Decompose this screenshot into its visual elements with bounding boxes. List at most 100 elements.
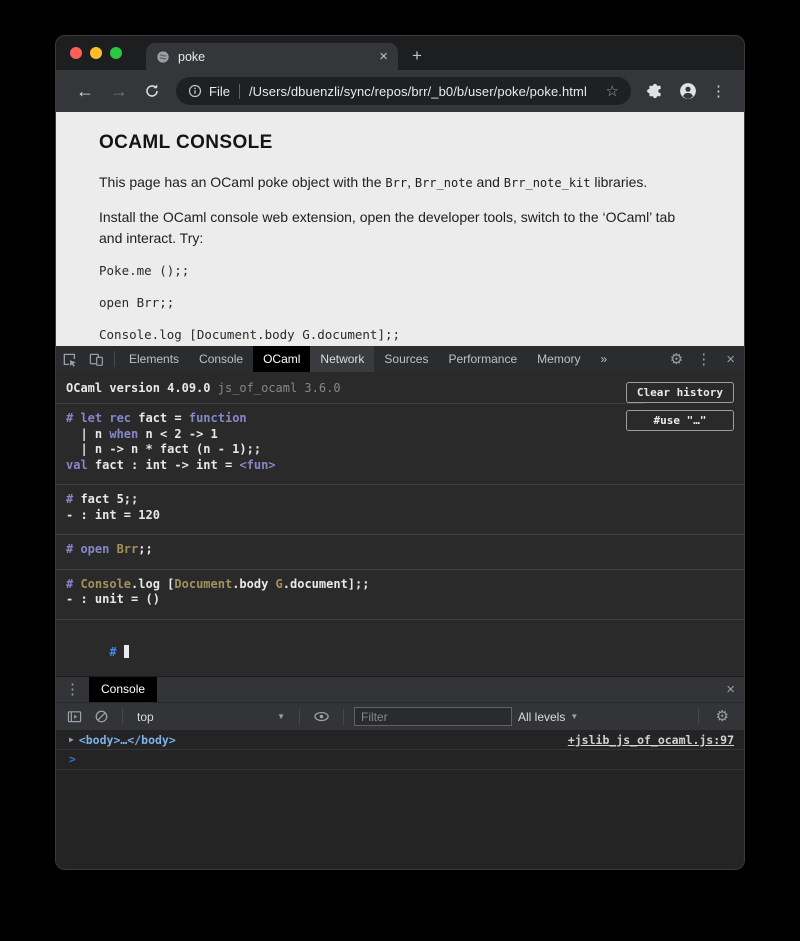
console-line: - : int = 120 <box>66 508 734 524</box>
ocaml-buttons: Clear history #use "…" <box>626 382 734 431</box>
text-token: function <box>189 411 247 425</box>
devtools-tabs: ElementsConsoleOCamlNetworkSourcesPerfor… <box>119 346 617 372</box>
text-token: .log [ <box>131 577 174 591</box>
text-token: # <box>66 492 80 506</box>
console-line: - : unit = () <box>66 592 734 608</box>
text-token: This page has an OCaml poke object with … <box>99 174 385 190</box>
intro-paragraph: This page has an OCaml poke object with … <box>99 172 701 193</box>
toolbar-divider <box>122 709 123 725</box>
console-output: ▶ <body>…</body> +jslib_js_of_ocaml.js:9… <box>56 730 744 869</box>
context-label: top <box>137 710 154 724</box>
browser-window: poke × + ← → File /Users/dbuenzli/sync/r… <box>55 35 745 870</box>
drawer-menu-kebab-icon[interactable]: ⋮ <box>56 682 89 697</box>
close-window-button[interactable] <box>70 47 82 59</box>
console-toolbar: top ▼ All levels ▼ ⚙ <box>56 702 744 730</box>
text-token: Document <box>174 577 232 591</box>
text-token: fact : int -> int = <box>88 458 240 472</box>
toolbar-divider <box>343 709 344 725</box>
devtools-tab-performance[interactable]: Performance <box>438 346 527 372</box>
traffic-lights <box>70 47 122 59</box>
devtools-close-icon[interactable]: × <box>717 352 744 367</box>
devtools-tab-ocaml[interactable]: OCaml <box>253 346 310 372</box>
ocaml-history: # let rec fact = function | n when n < 2… <box>56 404 744 620</box>
devtools-tab-network[interactable]: Network <box>310 346 374 372</box>
bookmark-star-icon[interactable]: ☆ <box>606 82 619 100</box>
console-line: | n -> n * fact (n - 1);; <box>66 442 734 458</box>
text-token: open <box>80 542 116 556</box>
instructions-paragraph: Install the OCaml console web extension,… <box>99 207 701 249</box>
devtools-tab-elements[interactable]: Elements <box>119 346 189 372</box>
source-location-link[interactable]: +jslib_js_of_ocaml.js:97 <box>568 733 734 747</box>
chevron-down-icon: ▼ <box>277 712 285 721</box>
text-token: Brr <box>385 176 407 190</box>
drawer-close-icon[interactable]: × <box>717 682 744 697</box>
tab-close-icon[interactable]: × <box>379 49 388 64</box>
new-tab-button[interactable]: + <box>398 43 436 70</box>
devtools-settings-gear-icon[interactable]: ⚙ <box>663 352 690 367</box>
device-toolbar-icon[interactable] <box>83 352 110 367</box>
forward-icon[interactable]: → <box>102 82 136 100</box>
code-sample-line: Poke.me ();; <box>99 263 701 278</box>
devtools-tab-memory[interactable]: Memory <box>527 346 590 372</box>
log-levels-dropdown[interactable]: All levels ▼ <box>518 710 578 724</box>
text-token: js_of_ocaml 3.6.0 <box>218 381 341 395</box>
devtools-menu-kebab-icon[interactable]: ⋮ <box>690 352 717 367</box>
text-token: = <box>167 411 189 425</box>
clear-console-icon[interactable] <box>91 709 112 724</box>
devtools-tab-console[interactable]: Console <box>189 346 253 372</box>
tab-strip: poke × + <box>56 36 744 70</box>
log-levels-label: All levels <box>518 710 565 724</box>
live-expression-eye-icon[interactable] <box>310 709 333 724</box>
console-entry: # Console.log [Document.body G.document]… <box>56 570 744 620</box>
console-log-row[interactable]: ▶ <body>…</body> +jslib_js_of_ocaml.js:9… <box>56 730 744 750</box>
console-line: # fact 5;; <box>66 492 734 508</box>
back-icon[interactable]: ← <box>68 82 102 100</box>
devtools-tab-sources[interactable]: Sources <box>374 346 438 372</box>
url-text[interactable]: /Users/dbuenzli/sync/repos/brr/_b0/b/use… <box>249 84 598 99</box>
text-token: and <box>473 174 504 190</box>
text-token: # <box>66 411 80 425</box>
reload-icon[interactable] <box>136 83 168 99</box>
inspect-element-icon[interactable] <box>56 352 83 367</box>
page-title: OCAML CONSOLE <box>99 132 701 154</box>
browser-tab[interactable]: poke × <box>146 43 398 70</box>
console-line: val fact : int -> int = <fun> <box>66 458 734 474</box>
text-token: Brr <box>117 542 139 556</box>
drawer-tab-console[interactable]: Console <box>89 677 157 702</box>
context-selector[interactable]: top ▼ <box>133 710 289 724</box>
address-bar[interactable]: File /Users/dbuenzli/sync/repos/brr/_b0/… <box>176 77 631 105</box>
text-token: let rec <box>80 411 138 425</box>
browser-menu-kebab-icon[interactable]: ⋮ <box>705 84 732 99</box>
code-sample-line: Console.log [Document.body G.document];; <box>99 327 701 342</box>
minimize-window-button[interactable] <box>90 47 102 59</box>
text-token: | n -> n * fact (n - 1);; <box>66 442 261 456</box>
text-token: libraries. <box>591 174 648 190</box>
extensions-puzzle-icon[interactable] <box>639 83 671 99</box>
text-token: | n <box>66 427 109 441</box>
maximize-window-button[interactable] <box>110 47 122 59</box>
logged-element[interactable]: <body>…</body> <box>79 733 176 747</box>
code-sample-line: open Brr;; <box>99 295 701 310</box>
text-token: Console <box>80 577 131 591</box>
devtools-tab-more-tabs[interactable]: » <box>591 346 618 372</box>
toolbar-divider <box>299 709 300 725</box>
ocaml-prompt-line[interactable]: # <box>56 620 744 677</box>
console-line: # Console.log [Document.body G.document]… <box>66 577 734 593</box>
filter-input[interactable] <box>354 707 512 726</box>
ocaml-console-panel: OCaml version 4.09.0 js_of_ocaml 3.6.0 #… <box>56 372 744 676</box>
devtools-tabbar: ElementsConsoleOCamlNetworkSourcesPerfor… <box>56 346 744 372</box>
console-prompt-chevron[interactable]: > <box>56 750 744 770</box>
text-token: # <box>109 645 123 659</box>
console-sidebar-icon[interactable] <box>64 709 85 724</box>
page-info-icon[interactable] <box>188 84 202 98</box>
console-entry: # open Brr;; <box>56 535 744 570</box>
expand-triangle-icon[interactable]: ▶ <box>69 735 74 744</box>
tab-title: poke <box>178 50 379 64</box>
clear-history-button[interactable]: Clear history <box>626 382 734 403</box>
text-token: .document];; <box>283 577 370 591</box>
text-token: - : int = 120 <box>66 508 160 522</box>
profile-avatar[interactable] <box>671 82 705 100</box>
text-token <box>211 381 218 395</box>
console-settings-gear-icon[interactable]: ⚙ <box>709 709 736 724</box>
use-file-button[interactable]: #use "…" <box>626 410 734 431</box>
